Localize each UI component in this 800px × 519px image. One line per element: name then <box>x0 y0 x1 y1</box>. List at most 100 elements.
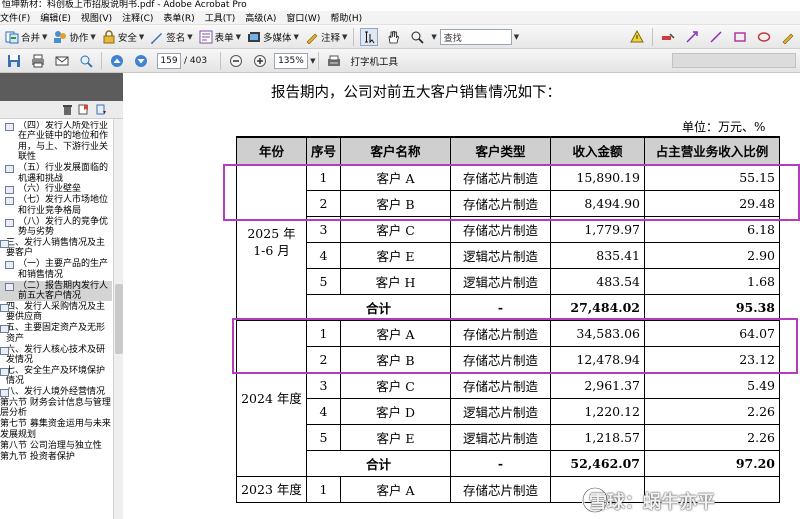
pencil-tool-icon[interactable] <box>779 28 797 46</box>
customer-name-cell: 客户 B <box>340 189 452 217</box>
bookmarks-scrollbar[interactable] <box>113 119 123 519</box>
previous-page-icon[interactable] <box>108 52 126 70</box>
menu-comment[interactable]: 注释(C) <box>122 11 153 24</box>
bookmark-item[interactable]: 八、发行人境外经营情况 <box>0 387 112 398</box>
bookmark-label: 第七节 募集资金运用与未来发展规划 <box>0 419 111 440</box>
bookmark-item[interactable]: 第九节 投资者保护 <box>0 452 112 462</box>
bookmark-item[interactable]: 七、安全生产及环境保护情况 <box>0 366 112 387</box>
zoom-level-input[interactable]: 135% <box>274 52 309 69</box>
merge-label: 合并 <box>21 32 41 44</box>
menu-advanced[interactable]: 高级(A) <box>245 11 276 24</box>
hand-icon[interactable] <box>384 28 402 46</box>
menu-view[interactable]: 视图(V) <box>81 11 112 24</box>
comment-button[interactable]: 注释 ▼ <box>302 27 350 47</box>
menu-forms[interactable]: 表单(R) <box>163 11 194 24</box>
revenue-cell: 1,218.57 <box>550 423 646 451</box>
print-icon[interactable] <box>29 52 47 70</box>
bookmark-list: （四）发行人所处行业在产业链中的地位和作用，与上、下游行业关联性 （五）行业发展面… <box>0 121 112 519</box>
bookmark-item[interactable]: （七）发行人市场地位和行业竞争格局 <box>0 195 112 216</box>
search-dropdown-icon[interactable]: ▼ <box>514 33 519 41</box>
bookmark-label: 第九节 投资者保护 <box>0 451 75 462</box>
main-toolbar: 合并 ▼ 协作 ▼ 安全 ▼ 签名 ▼ 表单 ▼ 多媒体 ▼ 注释 ▼ ▼ 查找… <box>0 25 800 49</box>
customer-type-cell: 存储芯片制造 <box>450 189 552 217</box>
sticky-note-icon[interactable] <box>628 28 646 46</box>
revenue-cell: 12,478.94 <box>550 345 646 373</box>
merge-button[interactable]: 合并 ▼ <box>2 27 50 47</box>
pen-icon <box>150 30 164 44</box>
bookmark-item[interactable]: 四、发行人采购情况及主要供应商 <box>0 302 112 323</box>
ratio-cell: 55.15 <box>644 163 781 191</box>
bookmark-item[interactable]: （四）发行人所处行业在产业链中的地位和作用，与上、下游行业关联性 <box>0 121 112 163</box>
bookmark-page-icon <box>5 123 14 131</box>
bookmark-item[interactable]: 第六节 财务会计信息与管理层分析 <box>0 398 112 419</box>
customer-name-cell: 客户 C <box>340 371 452 399</box>
top-customers-table: 年份 序号 客户名称 客户类型 收入金额 占主营业务收入比例 2025 年 1-… <box>236 136 781 503</box>
secure-button[interactable]: 安全 ▼ <box>99 27 147 47</box>
ratio-cell: 2.26 <box>644 397 781 425</box>
total-ratio-cell: 95.38 <box>644 293 781 321</box>
delete-bookmark-icon[interactable] <box>62 104 73 115</box>
zoom-marquee-icon[interactable] <box>408 28 426 46</box>
page-total: / 403 <box>184 55 208 66</box>
highlight-icon[interactable] <box>659 28 677 46</box>
collaborate-button[interactable]: 协作 ▼ <box>50 27 98 47</box>
bookmark-page-icon <box>5 282 14 291</box>
bookmark-item[interactable]: （一）主要产品的生产和销售情况 <box>0 259 112 280</box>
search-input[interactable]: 查找 <box>439 28 512 45</box>
save-icon[interactable] <box>5 52 23 70</box>
menu-edit[interactable]: 编辑(E) <box>40 11 71 24</box>
multimedia-label: 多媒体 <box>263 32 292 44</box>
multimedia-button[interactable]: 多媒体 ▼ <box>244 27 302 47</box>
zoom-in-icon[interactable] <box>251 52 269 70</box>
revenue-cell: 8,494.90 <box>550 189 646 217</box>
revenue-cell: 835.41 <box>550 241 646 269</box>
typewriter-button[interactable]: 打字机工具 <box>350 54 398 68</box>
ratio-cell: 1.68 <box>644 267 781 295</box>
arrow-tool-icon[interactable] <box>683 28 701 46</box>
customer-type-cell: 存储芯片制造 <box>450 215 552 243</box>
menu-file[interactable]: 文件(F) <box>0 11 30 24</box>
toolbar-separator <box>101 51 102 70</box>
ellipse-tool-icon[interactable] <box>755 28 773 46</box>
bookmark-item[interactable]: （二）报告期内发行人前五大客户情况 <box>0 280 112 302</box>
menu-help[interactable]: 帮助(H) <box>330 11 362 24</box>
email-icon[interactable] <box>53 52 71 70</box>
menu-tools[interactable]: 工具(T) <box>205 11 236 24</box>
customer-type-cell: 逻辑芯片制造 <box>450 241 552 269</box>
bookmark-item[interactable]: 六、发行人核心技术及研发情况 <box>0 345 112 366</box>
menu-bar: 文件(F) 编辑(E) 视图(V) 注释(C) 表单(R) 工具(T) 高级(A… <box>0 11 800 25</box>
bookmark-item[interactable]: 三、发行人销售情况及主要客户 <box>0 238 112 259</box>
bookmark-page-icon <box>0 325 9 334</box>
rectangle-tool-icon[interactable] <box>731 28 749 46</box>
ratio-cell: 64.07 <box>644 319 781 347</box>
zoom-out-icon[interactable] <box>227 52 245 70</box>
revenue-cell: 2,961.37 <box>550 371 646 399</box>
bookmark-item[interactable]: 第七节 募集资金运用与未来发展规划 <box>0 419 112 440</box>
bookmark-options-icon[interactable] <box>96 104 107 115</box>
select-text-icon[interactable] <box>360 27 379 46</box>
bookmark-page-icon <box>5 186 14 195</box>
seq-cell: 2 <box>305 345 342 373</box>
column-header-customer: 客户名称 <box>340 136 452 165</box>
next-page-icon[interactable] <box>132 52 150 70</box>
search-icon[interactable] <box>77 52 95 70</box>
total-label: 合计 <box>305 293 452 321</box>
bookmark-label: （一）主要产品的生产和销售情况 <box>18 259 109 280</box>
bookmark-item[interactable]: （六）行业壁垒 <box>0 184 112 195</box>
sign-button[interactable]: 签名 ▼ <box>147 27 195 47</box>
bookmark-item[interactable]: （五）行业发展面临的机遇和挑战 <box>0 163 112 184</box>
new-bookmark-icon[interactable] <box>78 104 89 115</box>
document-view: 报告期内，公司对前五大客户销售情况如下： 单位：万元、% 年份 序号 客户名称 … <box>124 73 800 519</box>
zoom-dropdown-icon[interactable]: ▼ <box>310 57 315 65</box>
bookmark-item[interactable]: 第八节 公司治理与独立性 <box>0 441 112 451</box>
menu-window[interactable]: 窗口(W) <box>286 11 320 24</box>
bookmark-item[interactable]: （八）发行人的竞争优势与劣势 <box>0 217 112 238</box>
table-row: 2 客户 B 存储芯片制造 8,494.90 29.48 <box>237 189 781 217</box>
page-number-input[interactable]: 159 <box>157 52 181 69</box>
typewriter-icon[interactable] <box>325 52 343 70</box>
scrollbar-thumb[interactable] <box>115 284 123 354</box>
bookmark-item[interactable]: 五、主要固定资产及无形资产 <box>0 323 112 344</box>
bookmark-page-icon <box>0 367 9 376</box>
forms-button[interactable]: 表单 ▼ <box>196 27 244 47</box>
line-tool-icon[interactable] <box>707 28 725 46</box>
